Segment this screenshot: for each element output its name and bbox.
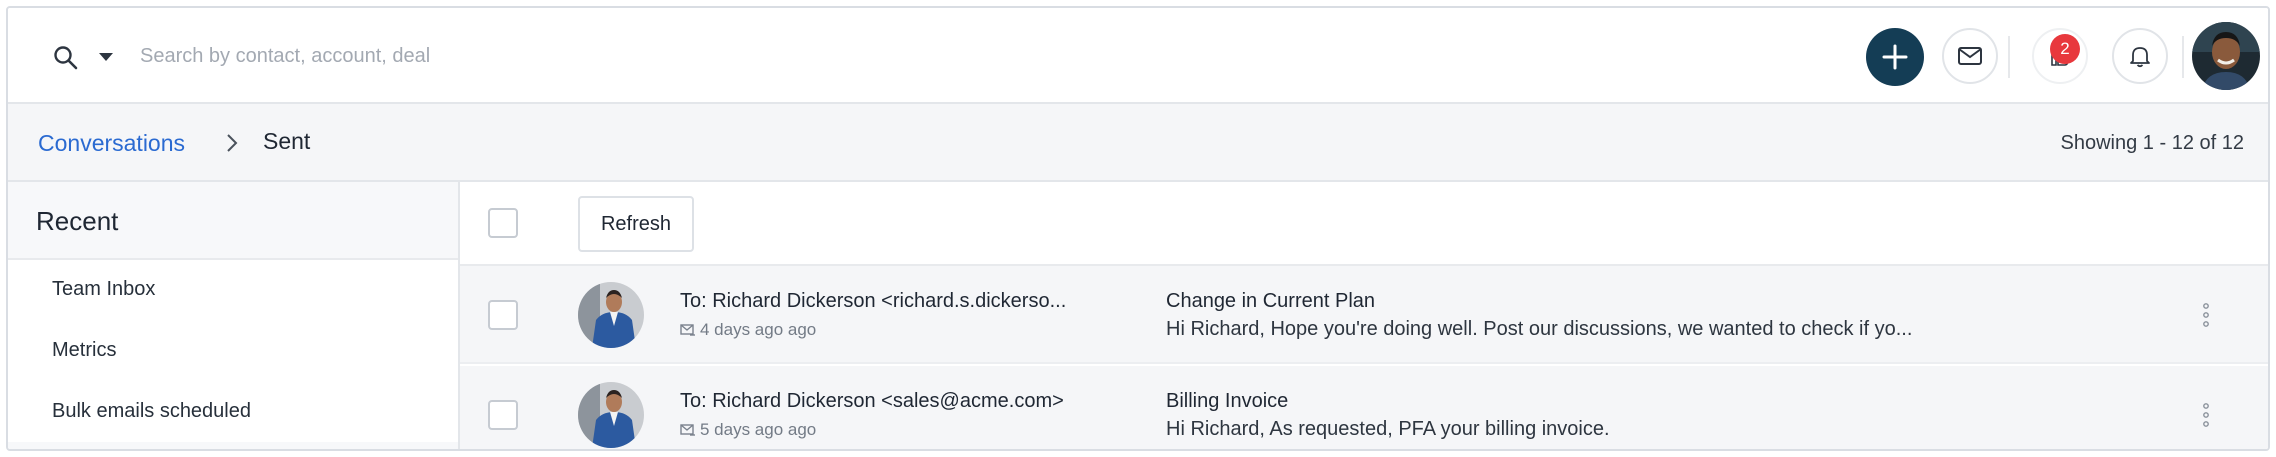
- sent-mail-icon: [680, 324, 695, 336]
- search-icon[interactable]: [52, 44, 80, 72]
- email-preview: Hi Richard, As requested, PFA your billi…: [1166, 418, 1610, 440]
- chevron-right-icon: [227, 134, 238, 152]
- email-subject: Change in Current Plan: [1166, 290, 1376, 312]
- breadcrumb-current: Sent: [263, 128, 311, 154]
- sidebar-title: Recent: [36, 206, 119, 236]
- toolbar-divider: [2008, 36, 2010, 78]
- sidebar-item-bulk-emails-scheduled[interactable]: Bulk emails scheduled: [8, 382, 458, 442]
- email-subject: Billing Invoice: [1166, 390, 1289, 412]
- contact-avatar-image: [578, 382, 644, 448]
- mail-button[interactable]: [1942, 28, 1998, 84]
- email-recipient: To: Richard Dickerson <sales@acme.com>: [680, 390, 1064, 412]
- more-options-icon[interactable]: [2200, 402, 2212, 428]
- caret-down-icon[interactable]: [96, 50, 116, 64]
- plus-icon: [1882, 44, 1908, 70]
- email-list-panel: Refresh To: Richard Dickerson <richard.s…: [460, 182, 2268, 449]
- email-time: 5 days ago ago: [680, 420, 816, 440]
- sidebar-list: Team Inbox Metrics Bulk emails scheduled: [8, 260, 458, 442]
- sidebar-header: Recent: [8, 182, 458, 260]
- pagination-summary: Showing 1 - 12 of 12: [2060, 132, 2244, 154]
- email-recipient: To: Richard Dickerson <richard.s.dickers…: [680, 290, 1067, 312]
- more-options-icon[interactable]: [2200, 302, 2212, 328]
- sidebar: Recent Team Inbox Metrics Bulk emails sc…: [8, 182, 460, 449]
- email-preview: Hi Richard, Hope you're doing well. Post…: [1166, 318, 1913, 340]
- contact-avatar-image: [578, 282, 644, 348]
- row-checkbox[interactable]: [488, 400, 518, 430]
- search-input[interactable]: [140, 36, 840, 76]
- notifications-button[interactable]: [2112, 28, 2168, 84]
- breadcrumb-conversations-link[interactable]: Conversations: [38, 130, 185, 157]
- sidebar-item-team-inbox[interactable]: Team Inbox: [8, 260, 458, 320]
- sidebar-item-label: Bulk emails scheduled: [52, 400, 251, 422]
- mail-icon: [1958, 47, 1982, 65]
- email-time-text: 5 days ago ago: [700, 420, 817, 439]
- contact-avatar: [578, 282, 644, 348]
- user-avatar-image: [2192, 22, 2260, 90]
- sidebar-item-label: Team Inbox: [52, 278, 156, 300]
- select-all-checkbox[interactable]: [488, 208, 518, 238]
- list-toolbar: Refresh: [460, 182, 2268, 266]
- refresh-button[interactable]: Refresh: [578, 196, 694, 252]
- contact-avatar: [578, 382, 644, 448]
- row-checkbox[interactable]: [488, 300, 518, 330]
- email-row[interactable]: To: Richard Dickerson <richard.s.dickers…: [460, 266, 2268, 364]
- toolbar-divider: [2182, 36, 2184, 78]
- email-row[interactable]: To: Richard Dickerson <sales@acme.com> 5…: [460, 366, 2268, 449]
- bell-icon: [2130, 47, 2150, 68]
- email-time-text: 4 days ago ago: [700, 320, 817, 339]
- notification-badge: 2: [2050, 34, 2080, 64]
- email-time: 4 days ago ago: [680, 320, 816, 340]
- add-button[interactable]: [1866, 28, 1924, 86]
- sidebar-item-metrics[interactable]: Metrics: [8, 321, 458, 381]
- app-frame: 2 Conversations Sent Showing 1 -: [6, 6, 2270, 451]
- sidebar-item-label: Metrics: [52, 339, 117, 361]
- sent-mail-icon: [680, 424, 695, 436]
- user-avatar[interactable]: [2192, 22, 2260, 90]
- breadcrumb: Conversations Sent Showing 1 - 12 of 12: [8, 104, 2268, 182]
- top-bar: 2: [8, 8, 2268, 104]
